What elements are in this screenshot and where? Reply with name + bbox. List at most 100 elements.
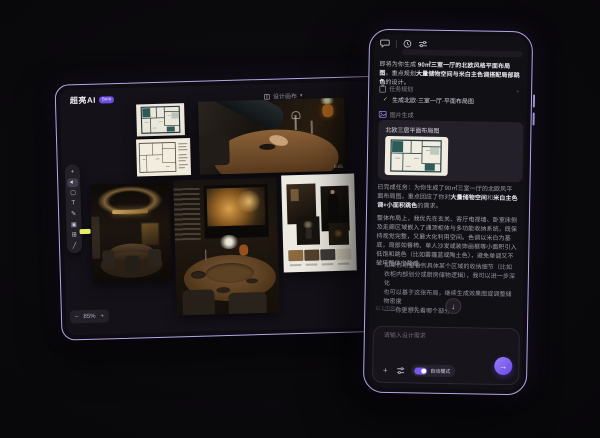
options-button[interactable] [394,364,406,376]
flowers-shape [318,98,336,105]
send-button[interactable]: → [494,357,512,375]
image-gen-title: 图片生成 [390,110,414,119]
frame-tool-button[interactable]: ⊞ [69,230,80,239]
phone-power-button [532,112,535,125]
photo-dining-dark[interactable] [90,183,172,283]
chair-shape-left [102,250,114,268]
line-icon: ╱ [73,242,77,249]
chair-shape [198,135,230,166]
person-coat-shape [328,194,339,226]
canvas-menu[interactable]: 设计画布 ▾ [264,91,303,101]
warm-figure-shape [334,229,343,238]
done-highlight-1: 大量储物空间 [450,195,487,202]
done-text-3: 的需求。 [417,203,442,209]
text-icon: T [71,200,75,206]
design-input-card: + 自动模式 → [372,326,520,386]
collapse-chevron-icon[interactable]: ⌄ [515,87,520,94]
photo-hand-table[interactable]: 0.05 [198,98,346,175]
tablet-screen: 超亮AI Beta 设计画布 ▾ + ➤ ▢ T ✎ ▣ ⊞ ╱ − [60,80,395,335]
zoom-out-button[interactable]: − [75,314,79,320]
window-light [91,217,100,259]
phone-device: 即将为你生成 90㎡三室一厅的北欧风格平面布局图。重点规划大量储物空间与米白主色… [363,29,533,396]
auto-mode-label: 自动模式 [430,367,450,374]
zoom-control: − 85% + [70,309,109,323]
history-icon[interactable] [403,39,412,48]
zoom-in-button[interactable]: + [100,313,104,319]
generated-floorplan-thumbnail[interactable] [385,136,449,176]
plus-icon: + [383,365,388,374]
mood-photo-small [328,223,349,246]
color-swatch-2[interactable] [304,249,319,260]
filters-icon[interactable] [418,39,428,48]
chat-icon[interactable] [380,39,390,48]
task-item[interactable]: ✓ 生成北欧·三室一厅·平面布局图 [383,95,474,106]
tablet-device: 超亮AI Beta 设计画布 ▾ + ➤ ▢ T ✎ ▣ ⊞ ╱ − [54,75,399,340]
window-blinds-shape [173,188,200,241]
chair-silhouette-1 [182,289,215,315]
pen-icon: ✎ [71,210,76,217]
header-divider [396,40,397,48]
auto-mode-toggle[interactable]: 自动模式 [411,364,455,377]
image-icon: ▣ [71,221,77,228]
color-swatch-1[interactable] [288,250,303,261]
wine-glass-bowl [291,111,300,119]
floorplan-image-1[interactable] [136,103,185,136]
arrow-down-icon: ↓ [451,302,455,311]
color-swatch-3[interactable] [320,249,335,260]
canvas-menu-label: 设计画布 [273,91,297,101]
toggle-knob [421,368,426,373]
collapsed-message-bar[interactable] [402,49,523,57]
task-plan-section: 任务规划 ⌄ [379,84,520,95]
arm-shape [207,98,288,133]
glass-stem [205,250,206,260]
floorplan-image-2[interactable] [136,138,191,176]
swatch-label-2 [306,263,318,265]
moodboard-card[interactable] [281,173,357,272]
shape-icon: ▢ [70,189,76,196]
frame-icon: ⊞ [72,231,77,238]
cursor-icon: ➤ [69,179,76,186]
swatch-label-4 [338,263,350,265]
warm-window-shape [291,189,299,201]
chair-shape-right [148,249,161,267]
swatch-label-3 [322,263,334,265]
mood-photo-stilllife [296,216,320,245]
image-tool-button[interactable]: ▣ [68,220,79,229]
phone-screen: 即将为你生成 90㎡三室一厅的北欧风格平面布局图。重点规划大量储物空间与米白主色… [368,34,528,391]
floorplan-sketch [136,138,191,176]
text-tool-button[interactable]: T [68,199,79,208]
pen-tool-button[interactable]: ✎ [68,209,79,218]
task-item-label: 生成北欧·三室一厅·平面布局图 [392,95,474,105]
amber-vase-shape [322,104,333,117]
collaborator-cursor-tag [80,229,91,234]
task-plan-title: 任务规划 [389,84,413,93]
select-tool-button[interactable]: ➤ [67,178,78,187]
app-logo-row: 超亮AI Beta [70,94,115,106]
thumb-floorplan-drawing [385,136,449,176]
design-request-input[interactable] [382,332,506,342]
amber-vase-small [239,244,248,255]
board-icon [264,93,270,99]
vase-shape [306,229,312,239]
color-swatch-4[interactable] [336,249,351,260]
beta-badge: Beta [99,96,114,103]
branch-shape [302,221,313,229]
toggle-switch-on [414,367,427,374]
draw-tool-button[interactable]: ╱ [69,241,80,250]
done-summary-message: 已完成任务：为你生成了90㎡三室一厅的北欧风平面布局图。重点回应了你对大量储物空… [377,184,518,213]
generated-image-title: 北欧三居平面布局图 [385,125,439,135]
zoom-level: 85% [83,313,95,319]
scene: 超亮AI Beta 设计画布 ▾ + ➤ ▢ T ✎ ▣ ⊞ ╱ − [0,0,600,438]
phone-header [380,39,428,49]
add-tool-button[interactable]: + [67,167,78,176]
plus-icon: + [71,169,75,175]
generated-image-card[interactable]: 北欧三居平面布局图 [378,120,524,183]
check-icon: ✓ [383,96,388,103]
attach-add-button[interactable]: + [379,364,391,376]
image-gen-icon [379,111,387,118]
photo-dining-center[interactable] [173,178,280,316]
shape-tool-button[interactable]: ▢ [67,188,78,197]
ai-generated-note: 以上内容由 AI 生成 [375,305,418,313]
chair-shape-center [125,255,139,271]
clipboard-icon [379,84,386,92]
